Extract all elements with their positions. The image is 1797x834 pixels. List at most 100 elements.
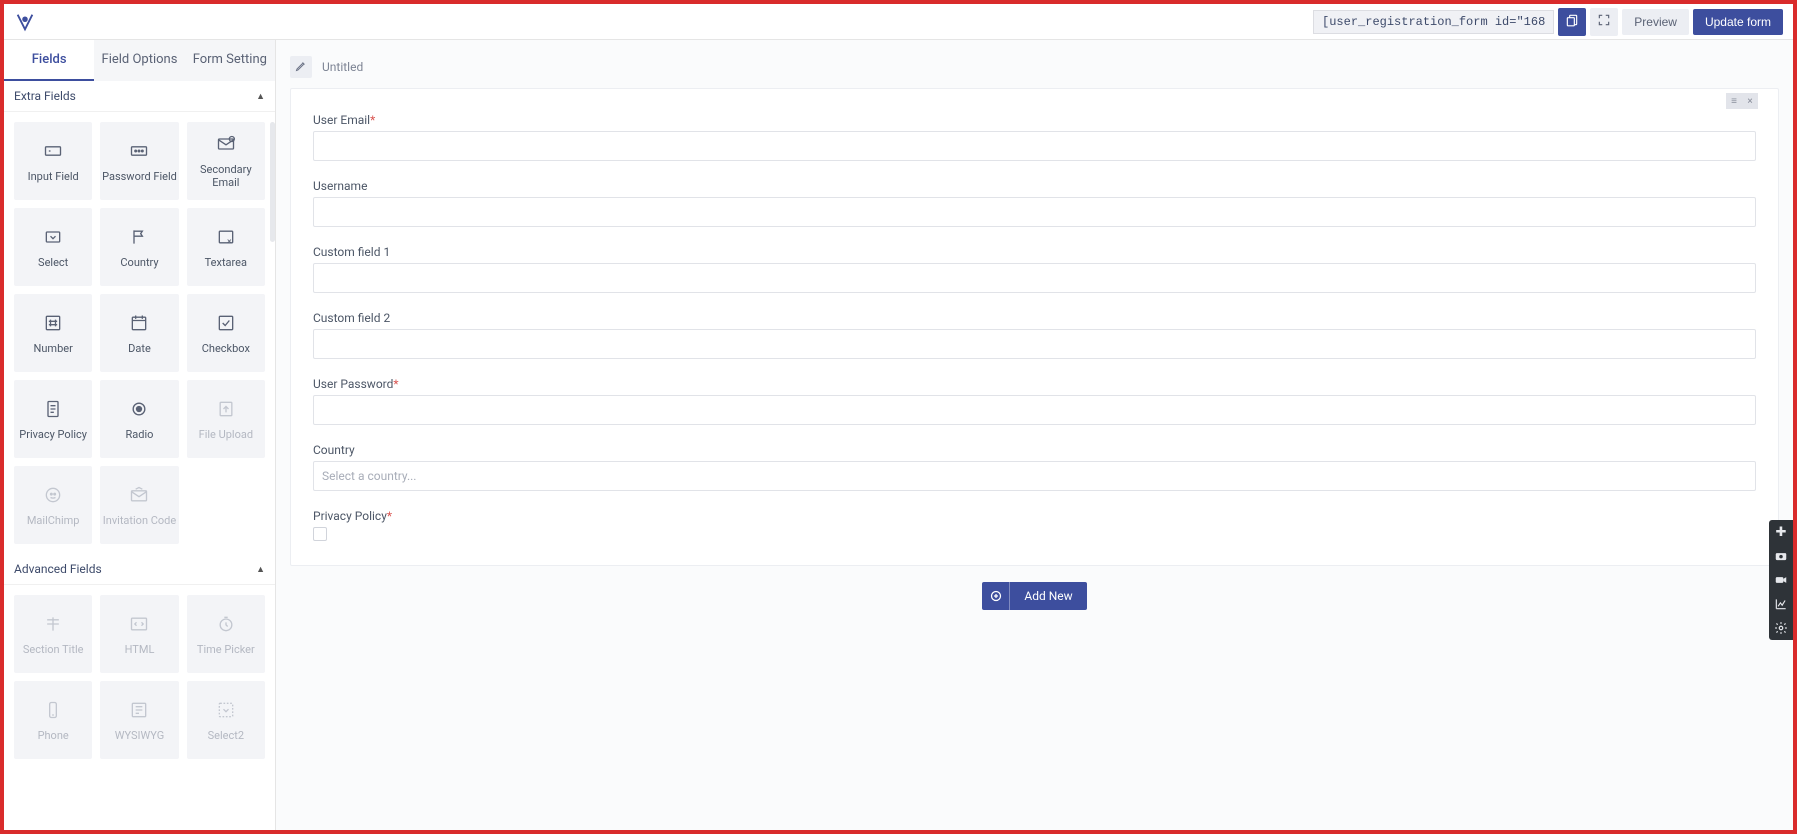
update-form-button[interactable]: Update form (1693, 9, 1783, 35)
add-new-label: Add New (1010, 589, 1086, 603)
field-card-label: Number (34, 342, 73, 355)
edit-title-button[interactable] (290, 56, 312, 78)
text-input[interactable] (313, 263, 1756, 293)
section-title: Advanced Fields (14, 562, 102, 576)
row-controls: ≡× (1726, 93, 1758, 109)
field-card-select[interactable]: Select (14, 208, 92, 286)
field-card-label: Invitation Code (103, 514, 176, 527)
plus-icon (982, 582, 1010, 610)
field-card-number[interactable]: Number (14, 294, 92, 372)
form-row[interactable]: User Password* (313, 377, 1756, 425)
advanced-fields-grid: Section TitleHTMLTime PickerPhoneWYSIWYG… (4, 585, 275, 769)
email2-icon (215, 133, 237, 155)
fullscreen-button[interactable] (1590, 8, 1618, 36)
copy-shortcode-button[interactable] (1558, 8, 1586, 36)
form-row[interactable]: Username (313, 179, 1756, 227)
pencil-icon (295, 60, 307, 75)
topbar: [user_registration_form id="168 Preview … (4, 4, 1793, 40)
field-card-privacy-policy[interactable]: Privacy Policy (14, 380, 92, 458)
doc-icon (42, 398, 64, 420)
section-extra-fields[interactable]: Extra Fields ▲ (4, 81, 275, 112)
field-card-html: HTML (100, 595, 178, 673)
section-advanced-fields[interactable]: Advanced Fields ▲ (4, 554, 275, 585)
text-input[interactable] (313, 395, 1756, 425)
dock-video-icon[interactable] (1769, 568, 1793, 592)
field-label: Country (313, 443, 1756, 457)
dock-camera-icon[interactable] (1769, 544, 1793, 568)
field-card-input-field[interactable]: Input Field (14, 122, 92, 200)
preview-button[interactable]: Preview (1622, 9, 1689, 35)
row-delete-button[interactable]: × (1742, 93, 1758, 109)
field-card-textarea[interactable]: Textarea (187, 208, 265, 286)
field-card-secondary-email[interactable]: Secondary Email (187, 122, 265, 200)
field-card-date[interactable]: Date (100, 294, 178, 372)
extra-fields-grid: Input FieldPassword Field Secondary Email… (4, 112, 275, 554)
tab-fields[interactable]: Fields (4, 40, 94, 81)
required-marker: * (387, 509, 392, 523)
text-input[interactable] (313, 329, 1756, 359)
select-icon (42, 226, 64, 248)
section-icon (42, 613, 64, 635)
privacy-checkbox[interactable] (313, 527, 327, 541)
number-icon (42, 312, 64, 334)
row-drag-handle[interactable]: ≡ (1726, 93, 1742, 109)
field-card-checkbox[interactable]: Checkbox (187, 294, 265, 372)
add-new-row-button[interactable]: Add New (982, 582, 1086, 610)
field-label: Custom field 1 (313, 245, 1756, 259)
field-card-label: Secondary Email (187, 163, 265, 189)
date-icon (128, 312, 150, 334)
form-row[interactable]: Custom field 2 (313, 311, 1756, 359)
field-card-label: Privacy Policy (19, 428, 87, 441)
app-logo (14, 11, 36, 33)
field-label: Custom field 2 (313, 311, 1756, 325)
field-label: User Email* (313, 113, 1756, 127)
field-card-label: HTML (125, 643, 155, 656)
field-label: Privacy Policy* (313, 509, 1756, 523)
password-icon (128, 140, 150, 162)
phone-icon (42, 699, 64, 721)
form-row[interactable]: Country Select a country... (313, 443, 1756, 491)
field-card-wysiwyg: WYSIWYG (100, 681, 178, 759)
required-marker: * (393, 377, 398, 391)
field-card-label: Date (128, 342, 151, 355)
text-input[interactable] (313, 197, 1756, 227)
field-card-label: Phone (38, 729, 69, 742)
field-card-invitation-code: Invitation Code (100, 466, 178, 544)
side-dock: ✚ (1769, 520, 1793, 640)
form-row[interactable]: Custom field 1 (313, 245, 1756, 293)
dock-settings-icon[interactable] (1769, 616, 1793, 640)
form-row[interactable]: ≡×User Email* (313, 113, 1756, 161)
upload-icon (215, 398, 237, 420)
field-card-password-field[interactable]: Password Field (100, 122, 178, 200)
html-icon (128, 613, 150, 635)
tab-field-options[interactable]: Field Options (94, 40, 184, 81)
field-card-label: MailChimp (27, 514, 80, 527)
input-icon (42, 140, 64, 162)
field-card-time-picker: Time Picker (187, 595, 265, 673)
dock-add-icon[interactable]: ✚ (1769, 520, 1793, 544)
form-title[interactable]: Untitled (322, 60, 363, 74)
topbar-actions: [user_registration_form id="168 Preview … (1313, 8, 1783, 36)
wys-icon (128, 699, 150, 721)
dock-chart-icon[interactable] (1769, 592, 1793, 616)
field-card-label: File Upload (199, 428, 253, 441)
field-card-phone: Phone (14, 681, 92, 759)
form-title-row: Untitled (290, 52, 1779, 88)
required-marker: * (370, 113, 375, 127)
radio-icon (128, 398, 150, 420)
shortcode-box: [user_registration_form id="168 (1313, 10, 1554, 34)
text-input[interactable] (313, 131, 1756, 161)
field-card-select2: Select2 (187, 681, 265, 759)
fullscreen-icon (1597, 13, 1611, 31)
country-select[interactable]: Select a country... (313, 461, 1756, 491)
sidebar: Fields Field Options Form Setting Extra … (4, 40, 276, 830)
scrollbar[interactable] (270, 122, 275, 242)
field-card-country[interactable]: Country (100, 208, 178, 286)
mailchimp-icon (42, 484, 64, 506)
field-label: User Password* (313, 377, 1756, 391)
field-card-radio[interactable]: Radio (100, 380, 178, 458)
textarea-icon (215, 226, 237, 248)
tab-form-setting[interactable]: Form Setting (185, 40, 275, 81)
form-row[interactable]: Privacy Policy* (313, 509, 1756, 541)
field-card-label: WYSIWYG (115, 729, 165, 742)
